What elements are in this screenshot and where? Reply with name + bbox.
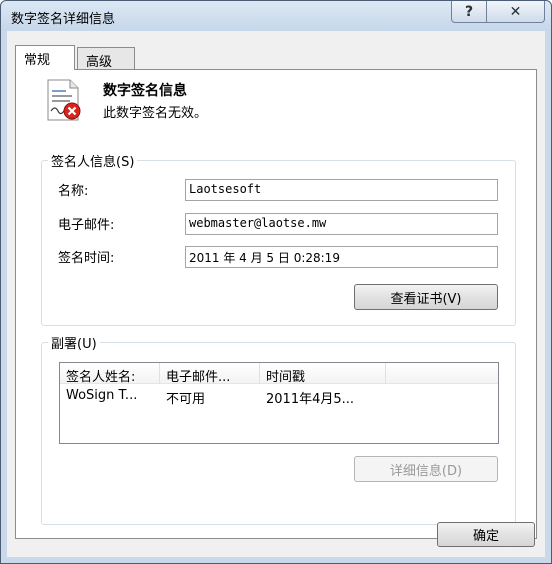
signer-email-label: 电子邮件:: [58, 218, 115, 233]
column-email[interactable]: 电子邮件...: [160, 363, 260, 384]
row-timestamp: 2011年4月5...: [266, 392, 355, 407]
countersignatures-group: 副署(U) 签名人姓名: 电子邮件... 时间戳 WoSign T... 不可用…: [41, 333, 516, 525]
signer-info-group-title: 签名人信息(S): [48, 151, 138, 170]
dialog-client-area: 常规 高级 数字签名信息 此数字签名无效。 签名人信息(S) 名称: Laots…: [7, 31, 545, 557]
ok-button[interactable]: 确定: [437, 522, 535, 547]
countersignatures-list[interactable]: 签名人姓名: 电子邮件... 时间戳 WoSign T... 不可用 2011年…: [59, 362, 499, 444]
signer-email-field[interactable]: webmaster@laotse.mw: [185, 213, 498, 235]
signer-info-group: 签名人信息(S) 名称: Laotsesoft 电子邮件: webmaster@…: [41, 151, 516, 326]
general-tab-panel: 数字签名信息 此数字签名无效。 签名人信息(S) 名称: Laotsesoft …: [15, 69, 537, 539]
column-timestamp[interactable]: 时间戳: [260, 363, 386, 384]
window-title: 数字签名详细信息: [11, 12, 116, 27]
signature-status-text: 此数字签名无效。: [103, 106, 208, 121]
signature-info-heading: 数字签名信息: [103, 83, 187, 99]
signer-name-field[interactable]: Laotsesoft: [185, 179, 498, 201]
close-icon: ✕: [509, 3, 522, 20]
title-bar[interactable]: 数字签名详细信息 ? ✕: [1, 1, 551, 31]
countersignatures-group-title: 副署(U): [48, 333, 100, 352]
list-header: 签名人姓名: 电子邮件... 时间戳: [60, 363, 498, 384]
help-icon: ?: [464, 3, 474, 20]
tab-general[interactable]: 常规: [15, 45, 75, 70]
tab-advanced[interactable]: 高级: [77, 47, 135, 70]
signing-time-label: 签名时间:: [58, 251, 115, 266]
signing-time-field[interactable]: 2011 年 4 月 5 日 0:28:19: [185, 246, 498, 268]
view-certificate-button[interactable]: 查看证书(V): [354, 284, 498, 310]
column-signer-name[interactable]: 签名人姓名:: [60, 363, 160, 384]
row-email: 不可用: [166, 392, 206, 407]
row-signer-name: WoSign T...: [66, 388, 138, 403]
signature-details-window: 数字签名详细信息 ? ✕ 常规 高级 数字签名信息 此数字签名无效。 签名人信息…: [0, 0, 552, 564]
details-button[interactable]: 详细信息(D): [354, 456, 498, 482]
certificate-invalid-icon: [47, 79, 81, 121]
signer-name-label: 名称:: [58, 184, 89, 199]
close-button[interactable]: ✕: [487, 1, 545, 23]
help-button[interactable]: ?: [451, 1, 487, 23]
